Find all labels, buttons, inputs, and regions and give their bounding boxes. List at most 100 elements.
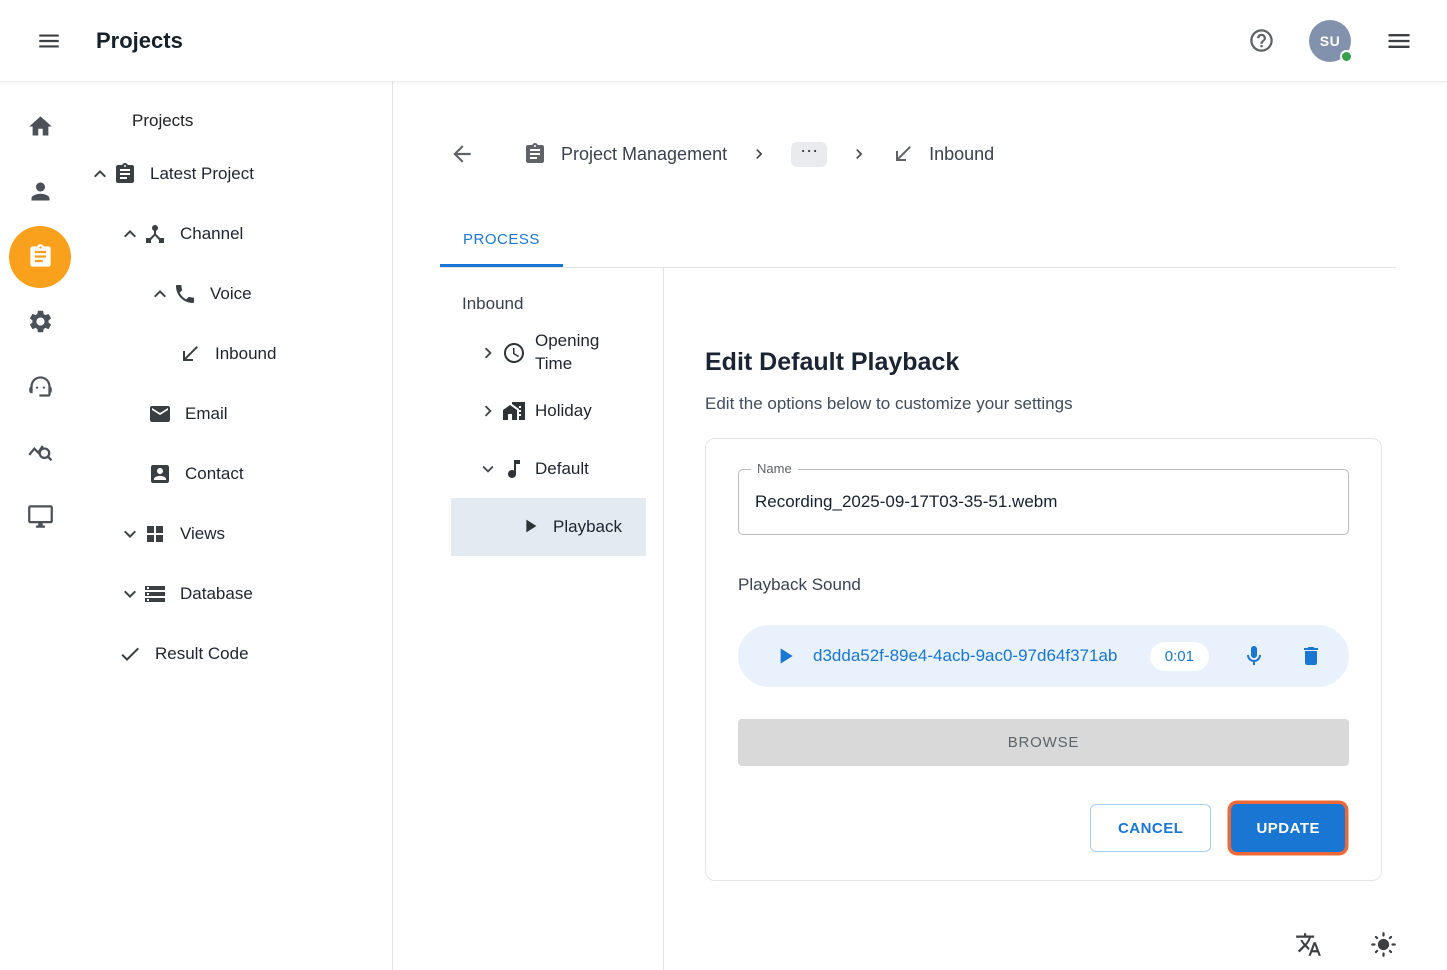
rail-projects-button[interactable]	[0, 224, 80, 289]
home-icon	[27, 113, 54, 140]
tree-item-label: Latest Project	[150, 164, 254, 184]
clipboard-icon	[113, 162, 137, 186]
chevron-right-icon[interactable]	[477, 400, 499, 422]
corner-tools	[1289, 925, 1403, 964]
call-received-icon	[178, 342, 202, 366]
chevron-up-icon[interactable]	[148, 282, 172, 306]
help-icon[interactable]	[1242, 21, 1281, 60]
chevron-down-icon[interactable]	[118, 582, 142, 606]
microphone-icon[interactable]	[1242, 644, 1266, 668]
clock-icon	[502, 341, 526, 365]
process-item-label: Holiday	[535, 400, 592, 423]
chevron-right-icon	[849, 144, 869, 164]
sidebar-item-database[interactable]: Database	[80, 564, 392, 624]
process-item-playback[interactable]: Playback	[451, 498, 646, 556]
breadcrumb-project-label: Project Management	[561, 144, 727, 165]
tab-process[interactable]: PROCESS	[440, 214, 563, 267]
tree-item-label: Result Code	[155, 644, 249, 664]
sidebar-item-contact[interactable]: Contact	[80, 444, 392, 504]
browse-button[interactable]: BROWSE	[738, 719, 1349, 766]
back-arrow-icon[interactable]	[443, 135, 481, 173]
rail-analytics-button[interactable]	[0, 419, 80, 484]
play-button-icon[interactable]	[772, 643, 798, 669]
sidebar-item-latest-project[interactable]: Latest Project	[80, 144, 392, 204]
chevron-up-icon[interactable]	[88, 162, 112, 186]
process-item-holiday[interactable]: Holiday	[393, 382, 663, 440]
name-field: Name	[738, 469, 1349, 535]
app-title: Projects	[96, 28, 183, 54]
rail-settings-button[interactable]	[0, 289, 80, 354]
rail-monitor-button[interactable]	[0, 484, 80, 549]
person-icon	[27, 178, 54, 205]
process-item-label: Opening Time	[535, 330, 633, 376]
phone-icon	[173, 282, 197, 306]
breadcrumb-current[interactable]: Inbound	[891, 142, 994, 166]
tree-item-label: Channel	[180, 224, 243, 244]
sidebar-header: Projects	[80, 98, 392, 144]
trash-icon[interactable]	[1299, 644, 1323, 668]
update-button[interactable]: UPDATE	[1231, 804, 1345, 852]
rail-users-button[interactable]	[0, 159, 80, 224]
translate-icon[interactable]	[1289, 925, 1328, 964]
sidebar-item-email[interactable]: Email	[80, 384, 392, 444]
page-title: Edit Default Playback	[705, 348, 1382, 377]
topbar: Projects SU	[0, 0, 1447, 82]
email-icon	[148, 402, 172, 426]
process-item-label: Default	[535, 458, 589, 481]
breadcrumb-collapsed-button[interactable]: ⋯	[791, 142, 827, 167]
contact-icon	[148, 462, 172, 486]
playback-sound-label: Playback Sound	[738, 575, 1349, 595]
sidebar-item-channel[interactable]: Channel	[80, 204, 392, 264]
grid-icon	[143, 522, 167, 546]
tree-item-label: Views	[180, 524, 225, 544]
sidebar-item-inbound[interactable]: Inbound	[80, 324, 392, 384]
sidebar-item-views[interactable]: Views	[80, 504, 392, 564]
chevron-right-icon[interactable]	[477, 342, 499, 364]
chevron-up-icon[interactable]	[118, 222, 142, 246]
project-sidebar: Projects Latest Project Channel Voice In…	[80, 82, 393, 970]
settings-card: Name Playback Sound d3dda52f-89e4-4acb-9…	[705, 438, 1382, 881]
call-received-icon	[891, 142, 915, 166]
process-item-default[interactable]: Default	[393, 440, 663, 498]
online-status-dot	[1340, 50, 1353, 63]
work-area: Inbound Opening Time Holiday Default	[393, 268, 1447, 970]
monitor-icon	[27, 503, 54, 530]
analytics-icon	[27, 438, 54, 465]
hamburger-menu-icon[interactable]	[30, 22, 68, 60]
rail-home-button[interactable]	[0, 94, 80, 159]
brightness-icon[interactable]	[1364, 925, 1403, 964]
check-icon	[118, 642, 142, 666]
tab-bar: PROCESS	[440, 214, 1396, 268]
tree-item-label: Email	[185, 404, 228, 424]
sidebar-item-voice[interactable]: Voice	[80, 264, 392, 324]
cancel-button[interactable]: CANCEL	[1090, 804, 1212, 852]
process-panel-header: Inbound	[393, 284, 663, 324]
editor-content: Edit Default Playback Edit the options b…	[664, 268, 1447, 970]
holiday-village-icon	[502, 399, 526, 423]
app-body: Projects Latest Project Channel Voice In…	[0, 82, 1447, 970]
clipboard-icon	[523, 142, 547, 166]
chevron-down-icon[interactable]	[118, 522, 142, 546]
name-field-label: Name	[751, 461, 798, 476]
name-input[interactable]	[755, 492, 1332, 512]
page-subtitle: Edit the options below to customize your…	[705, 394, 1382, 414]
gear-icon	[27, 308, 54, 335]
user-avatar[interactable]: SU	[1309, 20, 1351, 62]
process-item-label: Playback	[553, 516, 622, 539]
chevron-right-icon	[749, 144, 769, 164]
chevron-down-icon[interactable]	[477, 458, 499, 480]
overflow-menu-icon[interactable]	[1379, 21, 1419, 61]
icon-rail	[0, 82, 80, 970]
audio-filename: d3dda52f-89e4-4acb-9ac0-97d64f371ab	[813, 646, 1146, 666]
breadcrumb: Project Management ⋯ Inbound	[443, 130, 1447, 178]
tree-item-label: Inbound	[215, 344, 276, 364]
hub-icon	[143, 222, 167, 246]
audio-duration-badge: 0:01	[1150, 642, 1209, 671]
process-item-opening-time[interactable]: Opening Time	[393, 324, 663, 382]
main-area: Project Management ⋯ Inbound PROCESS Inb…	[393, 82, 1447, 970]
tree-item-label: Database	[180, 584, 253, 604]
breadcrumb-project[interactable]: Project Management	[523, 142, 727, 166]
audio-player: d3dda52f-89e4-4acb-9ac0-97d64f371ab 0:01	[738, 625, 1349, 687]
sidebar-item-result-code[interactable]: Result Code	[80, 624, 392, 684]
rail-support-button[interactable]	[0, 354, 80, 419]
